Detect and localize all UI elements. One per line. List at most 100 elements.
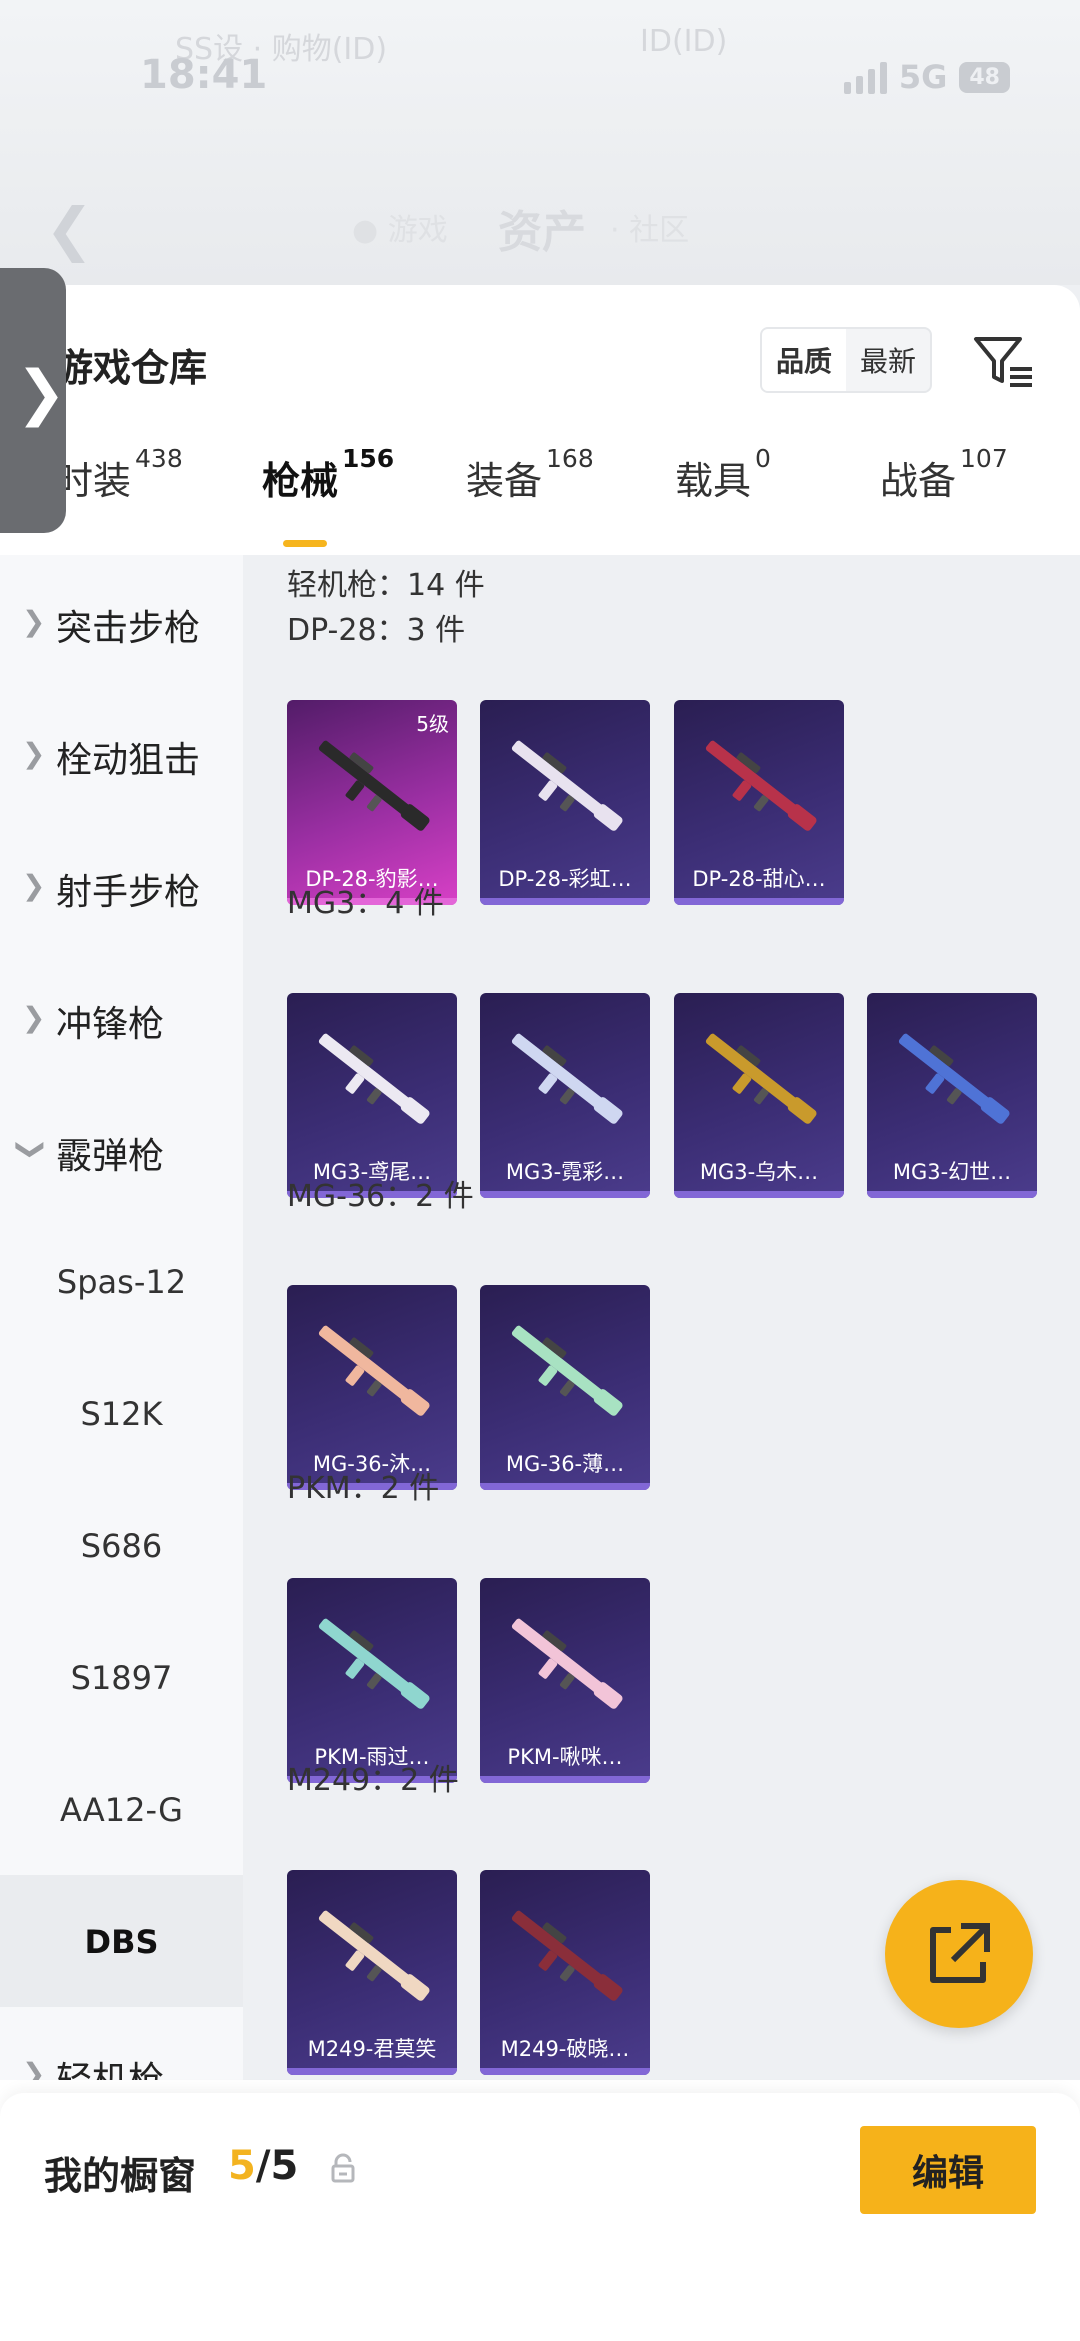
tab-weapons[interactable]: 枪械156 bbox=[262, 444, 394, 505]
status-indicators: 5G 48 bbox=[843, 58, 1010, 96]
nav-ghost-right: · 社区 bbox=[610, 213, 690, 248]
battery-icon: 48 bbox=[959, 61, 1010, 93]
chevron-right-icon: ❯ bbox=[22, 1001, 46, 1034]
rarity-bar bbox=[480, 1191, 650, 1198]
subcategory-s1897[interactable]: S1897 bbox=[0, 1611, 243, 1743]
tab-equipment[interactable]: 装备168 bbox=[466, 444, 594, 505]
weapon-image bbox=[318, 1325, 430, 1416]
chevron-right-icon: ❯ bbox=[22, 605, 46, 638]
weapon-skin-card[interactable]: MG3-幻世… bbox=[867, 993, 1037, 1198]
category-marksman-rifle[interactable]: ❯ 射手步枪 bbox=[0, 819, 243, 951]
rarity-bar bbox=[674, 898, 844, 905]
weapon-skin-card[interactable]: MG3-霓彩… bbox=[480, 993, 650, 1198]
chevron-right-icon: ❯ bbox=[16, 358, 67, 428]
rarity-bar bbox=[287, 2068, 457, 2075]
group-title: DP-28：3 件 bbox=[287, 613, 466, 648]
chevron-right-icon: ❯ bbox=[22, 869, 46, 902]
showcase-current: 5 bbox=[228, 2143, 256, 2189]
subcategory-spas12[interactable]: Spas-12 bbox=[0, 1215, 243, 1347]
nav-title: 资产 bbox=[498, 207, 586, 258]
weapon-skin-card[interactable]: M249-破晓… bbox=[480, 1870, 650, 2075]
subcategory-label: S12K bbox=[80, 1395, 163, 1433]
showcase-total: /5 bbox=[255, 2143, 299, 2189]
tab-label: 时装 bbox=[55, 459, 132, 503]
weapon-skin-card[interactable]: MG3-乌木… bbox=[674, 993, 844, 1198]
subcategory-label: AA12-G bbox=[60, 1791, 183, 1829]
weapon-item-list: 轻机枪：14 件 DP-28：3 件 5级 DP-28-豹影… DP-28-彩虹… DP… bbox=[243, 555, 1080, 2080]
tab-fashion[interactable]: 时装438 bbox=[55, 444, 183, 505]
share-icon bbox=[930, 1923, 990, 1983]
weapon-skin-card[interactable]: MG3-鸢尾… bbox=[287, 993, 457, 1198]
tab-count: 438 bbox=[135, 444, 183, 473]
weapon-image bbox=[511, 740, 623, 831]
weapon-skin-card[interactable]: MG-36-沐… bbox=[287, 1285, 457, 1490]
status-and-nav-area: SS设 · 购物(ID) ID(ID) 18:41 5G 48 ❮ ● 游戏 资… bbox=[0, 0, 1080, 285]
section-header: 轻机枪：14 件 bbox=[287, 568, 485, 603]
category-shotgun[interactable]: ❯ 霰弹枪 bbox=[0, 1083, 243, 1215]
filter-icon[interactable] bbox=[972, 333, 1036, 389]
subcategory-label: S686 bbox=[80, 1527, 163, 1565]
tab-count: 107 bbox=[960, 444, 1008, 473]
subcategory-s686[interactable]: S686 bbox=[0, 1479, 243, 1611]
warehouse-title: 游戏仓库 bbox=[55, 346, 208, 390]
tab-supplies[interactable]: 战备107 bbox=[880, 444, 1008, 505]
tab-vehicles[interactable]: 载具0 bbox=[675, 444, 771, 505]
sort-quality-button[interactable]: 品质 bbox=[762, 329, 847, 391]
weapon-category-list: ❯ 突击步枪 ❯ 栓动狙击 ❯ 射手步枪 ❯ 冲锋枪 ❯ 霰弹枪 Spas-12… bbox=[0, 555, 243, 2080]
weapon-skin-card[interactable]: 5级 DP-28-豹影… bbox=[287, 700, 457, 905]
level-badge: 5级 bbox=[416, 712, 449, 736]
rarity-bar bbox=[480, 1776, 650, 1783]
group-title: M249：2 件 bbox=[287, 1763, 459, 1798]
edit-button[interactable]: 编辑 bbox=[860, 2126, 1036, 2214]
category-lmg[interactable]: ❯ 轻机枪 bbox=[0, 2007, 243, 2080]
category-assault-rifle[interactable]: ❯ 突击步枪 bbox=[0, 555, 243, 687]
category-label: 冲锋枪 bbox=[56, 1004, 165, 1045]
weapon-skin-card[interactable]: MG-36-薄… bbox=[480, 1285, 650, 1490]
weapon-image bbox=[705, 1033, 817, 1124]
group-title: MG-36：2 件 bbox=[287, 1179, 474, 1214]
weapon-image bbox=[511, 1618, 623, 1709]
showcase-count: 5/5 bbox=[228, 2143, 298, 2189]
weapon-skin-card[interactable]: PKM-雨过… bbox=[287, 1578, 457, 1783]
chevron-down-icon: ❯ bbox=[15, 1137, 49, 1162]
category-bolt-sniper[interactable]: ❯ 栓动狙击 bbox=[0, 687, 243, 819]
category-tabs: 时装438 枪械156 装备168 载具0 战备107 bbox=[0, 444, 1080, 535]
category-smg[interactable]: ❯ 冲锋枪 bbox=[0, 951, 243, 1083]
tab-label: 枪械 bbox=[262, 459, 339, 503]
weapon-image bbox=[318, 740, 430, 831]
subcategory-label: DBS bbox=[84, 1923, 159, 1961]
sort-toggle: 品质 最新 bbox=[760, 327, 933, 393]
subcategory-s12k[interactable]: S12K bbox=[0, 1347, 243, 1479]
weapon-image bbox=[898, 1033, 1010, 1124]
weapon-skin-card[interactable]: M249-君莫笑 bbox=[287, 1870, 457, 2075]
subcategory-dbs[interactable]: DBS bbox=[0, 1875, 243, 2007]
weapon-image bbox=[705, 740, 817, 831]
subcategory-label: S1897 bbox=[70, 1659, 173, 1697]
group-title: PKM：2 件 bbox=[287, 1471, 440, 1506]
group-title: MG3：4 件 bbox=[287, 886, 444, 921]
sort-newest-button[interactable]: 最新 bbox=[846, 329, 930, 391]
weapon-skin-card[interactable]: DP-28-甜心… bbox=[674, 700, 844, 905]
side-expand-handle[interactable]: ❯ bbox=[0, 268, 66, 533]
active-tab-indicator bbox=[283, 540, 327, 547]
rarity-bar bbox=[480, 898, 650, 905]
weapon-skin-card[interactable]: PKM-啾咪… bbox=[480, 1578, 650, 1783]
weapon-skin-name: DP-28-甜心… bbox=[692, 867, 826, 891]
rarity-bar bbox=[867, 1191, 1037, 1198]
subcategory-aa12g[interactable]: AA12-G bbox=[0, 1743, 243, 1875]
weapon-image bbox=[318, 1910, 430, 2001]
status-ghost-right: ID(ID) bbox=[640, 24, 728, 59]
weapon-image bbox=[318, 1618, 430, 1709]
category-label: 栓动狙击 bbox=[56, 740, 201, 781]
weapon-skin-name: M249-破晓… bbox=[500, 2037, 630, 2061]
share-button[interactable] bbox=[885, 1880, 1033, 2028]
weapon-skin-name: MG3-幻世… bbox=[892, 1160, 1012, 1184]
chevron-right-icon: ❯ bbox=[22, 737, 46, 770]
weapon-skin-card[interactable]: DP-28-彩虹… bbox=[480, 700, 650, 905]
weapon-skin-name: M249-君莫笑 bbox=[307, 2037, 437, 2061]
back-arrow-icon[interactable]: ❮ bbox=[45, 195, 94, 263]
tab-count: 168 bbox=[546, 444, 594, 473]
status-time: 18:41 bbox=[140, 52, 268, 98]
rarity-bar bbox=[480, 2068, 650, 2075]
network-type: 5G bbox=[898, 58, 948, 96]
